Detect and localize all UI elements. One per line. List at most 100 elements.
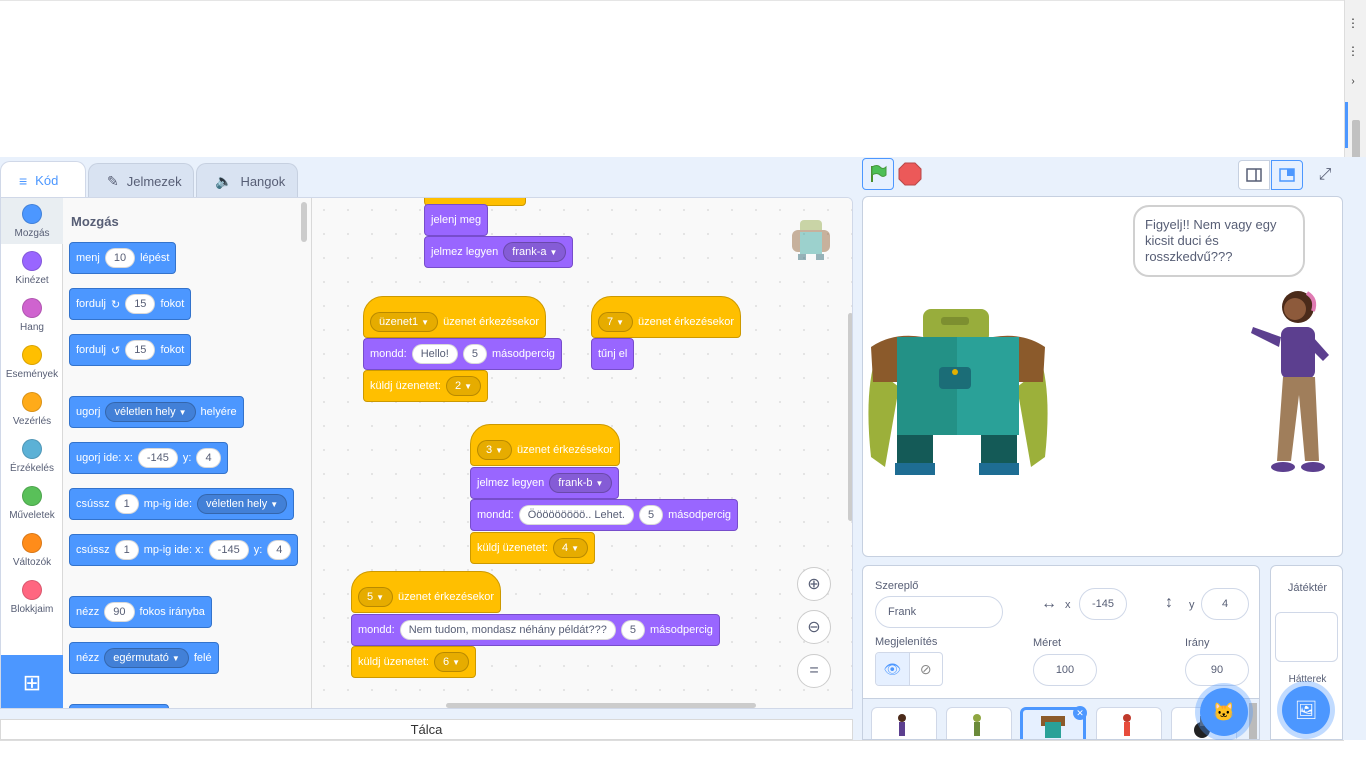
sprite-tile[interactable] — [1096, 707, 1162, 739]
show-button[interactable]: 👁 — [876, 653, 909, 685]
y-input[interactable]: 4 — [196, 448, 221, 468]
backpack-tray[interactable]: Tálca — [0, 719, 853, 740]
tab-code[interactable]: ≡ Kód — [0, 161, 86, 199]
category-myblocks[interactable]: Blokkjaim — [1, 580, 63, 615]
x-input[interactable]: -145 — [137, 448, 178, 468]
normal-stage-button[interactable] — [1271, 160, 1303, 190]
add-extension-button[interactable]: ⊞ — [1, 655, 63, 708]
category-control[interactable]: Vezérlés — [1, 392, 63, 427]
target-dropdown[interactable]: egérmutató ▼ — [104, 648, 189, 668]
girl-sprite[interactable] — [1243, 285, 1339, 481]
block-when-receive[interactable]: 7 ▼ üzenet érkezésekor — [591, 296, 742, 338]
costume-dropdown[interactable]: frank-a ▼ — [503, 242, 567, 262]
block-when-receive[interactable]: 5 ▼ üzenet érkezésekor — [351, 571, 502, 613]
secs-input[interactable]: 1 — [114, 540, 139, 560]
vertical-scrollbar[interactable] — [848, 313, 852, 521]
chevron-right-icon[interactable]: › — [1344, 76, 1362, 87]
more-icon-2[interactable]: ⋮ — [1344, 44, 1362, 58]
delete-sprite-icon[interactable]: ✕ — [1073, 706, 1087, 720]
direction-input[interactable]: 90 — [104, 602, 135, 622]
category-label: Változók — [12, 557, 52, 568]
sprite-tile-selected[interactable]: ✕ — [1020, 706, 1087, 739]
block-glide-to-xy[interactable]: csússz 1 mp-ig ide: x: -145 y: 4 — [69, 534, 299, 566]
category-events[interactable]: Események — [1, 345, 63, 380]
block-glide-to[interactable]: csússz 1 mp-ig ide: véletlen hely ▼ — [69, 488, 295, 520]
block-point-direction[interactable]: nézz 90 fokos irányba — [69, 596, 212, 628]
block-move-steps[interactable]: menj 10 lépést — [69, 242, 177, 274]
block-partial[interactable] — [69, 704, 169, 708]
block-point-towards[interactable]: nézz egérmutató ▼ felé — [69, 642, 219, 674]
message-dropdown[interactable]: 4 ▼ — [552, 538, 588, 558]
tab-costumes[interactable]: ✎ Jelmezek — [88, 163, 194, 199]
say-text-input[interactable]: Hello! — [411, 344, 458, 364]
palette-scrollbar[interactable] — [301, 202, 307, 242]
category-looks[interactable]: Kinézet — [1, 251, 63, 286]
block-say-for[interactable]: mondd: Hello! 5 másodpercig — [363, 338, 562, 370]
degrees-input[interactable]: 15 — [125, 340, 156, 360]
message-dropdown[interactable]: 6 ▼ — [433, 652, 469, 672]
small-stage-button[interactable] — [1238, 160, 1270, 190]
block-turn-left[interactable]: fordulj ↺ 15 fokot — [69, 334, 192, 366]
block-broadcast[interactable]: küldj üzenetet: 4 ▼ — [470, 532, 595, 564]
message-dropdown[interactable]: 3 ▼ — [477, 440, 513, 460]
green-flag-button[interactable] — [862, 158, 894, 190]
message-dropdown[interactable]: 2 ▼ — [445, 376, 481, 396]
block-broadcast[interactable]: küldj üzenetet: 6 ▼ — [351, 646, 476, 678]
fullscreen-button[interactable]: ⤢ — [1309, 160, 1341, 190]
hide-button[interactable]: ⊘ — [908, 653, 943, 685]
block-turn-right[interactable]: fordulj ↻ 15 fokot — [69, 288, 192, 320]
direction-field[interactable]: 90 — [1185, 654, 1249, 686]
message-dropdown[interactable]: 7 ▼ — [598, 312, 634, 332]
category-sound[interactable]: Hang — [1, 298, 63, 333]
block-show[interactable]: jelenj meg — [424, 204, 489, 236]
sprite-list-scrollbar[interactable] — [1249, 703, 1257, 739]
block-when-receive[interactable]: 3 ▼ üzenet érkezésekor — [470, 424, 621, 466]
say-text-input[interactable]: Ööööööööö.. Lehet. — [518, 505, 634, 525]
block-go-to-xy[interactable]: ugorj ide: x: -145 y: 4 — [69, 442, 228, 474]
sprite-tile[interactable] — [871, 707, 937, 739]
frank-sprite[interactable] — [863, 307, 1053, 487]
zoom-out-button[interactable]: ⊖ — [797, 610, 831, 644]
y-input[interactable]: 4 — [267, 540, 292, 560]
category-variables[interactable]: Változók — [1, 533, 63, 568]
horizontal-scrollbar[interactable] — [446, 703, 756, 708]
category-motion[interactable]: Mozgás — [1, 198, 63, 244]
message-dropdown[interactable]: 5 ▼ — [358, 587, 394, 607]
zoom-in-button[interactable]: ⊕ — [797, 567, 831, 601]
block-switch-costume[interactable]: jelmez legyen frank-a ▼ — [424, 236, 574, 268]
steps-input[interactable]: 10 — [104, 248, 136, 268]
stage[interactable]: Figyelj!! Nem vagy egy kicsit duci és ro… — [862, 196, 1343, 557]
block-go-to[interactable]: ugorj véletlen hely ▼ helyére — [69, 396, 244, 428]
x-field[interactable]: -145 — [1079, 588, 1127, 620]
sprite-tile[interactable] — [946, 707, 1012, 739]
secs-input[interactable]: 5 — [462, 344, 487, 364]
block-switch-costume[interactable]: jelmez legyen frank-b ▼ — [470, 467, 620, 499]
size-field[interactable]: 100 — [1033, 654, 1097, 686]
block-broadcast[interactable]: küldj üzenetet: 2 ▼ — [363, 370, 488, 402]
target-dropdown[interactable]: véletlen hely ▼ — [105, 402, 196, 422]
block-say-for[interactable]: mondd: Ööööööööö.. Lehet. 5 másodpercig — [470, 499, 739, 531]
say-text-input[interactable]: Nem tudom, mondasz néhány példát??? — [399, 620, 616, 640]
category-sensing[interactable]: Érzékelés — [1, 439, 63, 474]
x-input[interactable]: -145 — [208, 540, 249, 560]
message-dropdown[interactable]: üzenet1 ▼ — [370, 312, 439, 332]
sprite-name-field[interactable]: Frank — [875, 596, 1003, 628]
secs-input[interactable]: 5 — [638, 505, 664, 525]
category-operators[interactable]: Műveletek — [1, 486, 63, 521]
script-area[interactable]: jelenj meg jelmez legyen frank-a ▼ üzenet1… — [312, 198, 852, 708]
y-field[interactable]: 4 — [1201, 588, 1249, 620]
secs-input[interactable]: 5 — [620, 620, 645, 640]
stop-icon[interactable] — [898, 162, 922, 186]
target-dropdown[interactable]: véletlen hely ▼ — [197, 494, 288, 514]
tab-sounds[interactable]: 🔈 Hangok — [196, 163, 298, 199]
block-hide[interactable]: tűnj el — [591, 338, 635, 370]
zoom-reset-button[interactable]: = — [797, 654, 831, 688]
secs-input[interactable]: 1 — [114, 494, 139, 514]
degrees-input[interactable]: 15 — [125, 294, 156, 314]
more-icon[interactable]: ⋮ — [1344, 16, 1362, 30]
add-sprite-button[interactable]: 🐱 — [1200, 688, 1248, 736]
block-when-receive[interactable]: üzenet1 ▼ üzenet érkezésekor — [363, 296, 547, 338]
block-say-for[interactable]: mondd: Nem tudom, mondasz néhány példát??… — [351, 614, 720, 646]
add-backdrop-button[interactable]: 🖼 — [1282, 686, 1330, 734]
costume-dropdown[interactable]: frank-b ▼ — [549, 473, 613, 493]
